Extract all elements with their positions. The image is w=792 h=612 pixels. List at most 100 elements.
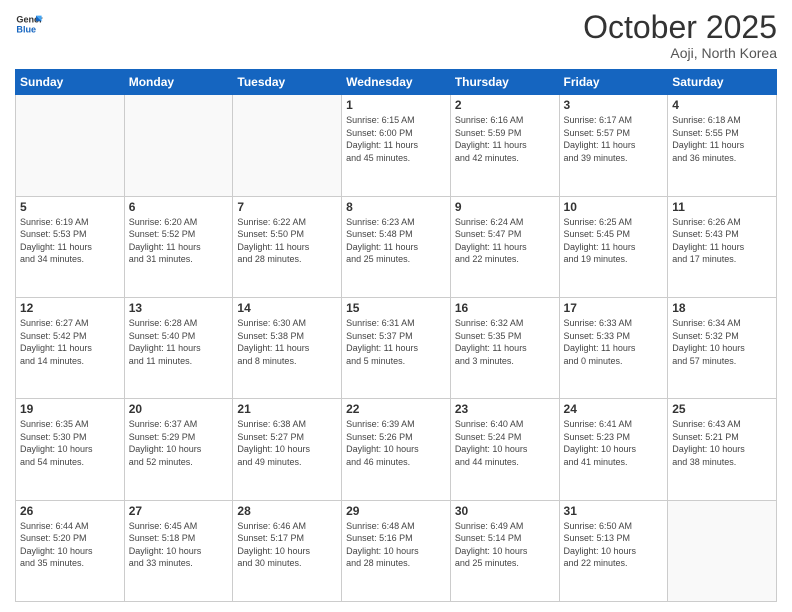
calendar-day-header: Saturday [668,70,777,95]
calendar-cell: 5 Sunrise: 6:19 AM Sunset: 5:53 PM Daylig… [16,196,125,297]
logo: General Blue [15,10,43,38]
day-info: Sunrise: 6:41 AM Sunset: 5:23 PM Dayligh… [564,418,664,468]
page: General Blue October 2025 Aoji, North Ko… [0,0,792,612]
calendar-cell: 17Sunrise: 6:33 AM Sunset: 5:33 PM Dayli… [559,297,668,398]
day-number: 26 [20,504,120,518]
day-number: 4 [672,98,772,112]
header: General Blue October 2025 Aoji, North Ko… [15,10,777,61]
day-info: Sunrise: 6:50 AM Sunset: 5:13 PM Dayligh… [564,520,664,570]
calendar-week-row: 19Sunrise: 6:35 AM Sunset: 5:30 PM Dayli… [16,399,777,500]
calendar-cell: 6Sunrise: 6:20 AM Sunset: 5:52 PM Daylig… [124,196,233,297]
calendar-cell: 23Sunrise: 6:40 AM Sunset: 5:24 PM Dayli… [450,399,559,500]
day-info: Sunrise: 6:25 AM Sunset: 5:45 PM Dayligh… [564,216,664,266]
day-number: 30 [455,504,555,518]
day-number: 10 [564,200,664,214]
calendar-cell: 14 Sunrise: 6:30 AM Sunset: 5:38 PM Dayli… [233,297,342,398]
day-number: 8 [346,200,446,214]
calendar-cell: 12 Sunrise: 6:27 AM Sunset: 5:42 PM Dayli… [16,297,125,398]
logo-icon: General Blue [15,10,43,38]
day-number: 28 [237,504,337,518]
day-info: Sunrise: 6:31 AM Sunset: 5:37 PM Dayligh… [346,317,446,367]
day-info: Sunrise: 6:22 AM Sunset: 5:50 PM Dayligh… [237,216,337,266]
day-number: 24 [564,402,664,416]
day-number: 6 [129,200,229,214]
title-block: October 2025 Aoji, North Korea [583,10,777,61]
day-info: Sunrise: 6:33 AM Sunset: 5:33 PM Dayligh… [564,317,664,367]
calendar-cell: 27 Sunrise: 6:45 AM Sunset: 5:18 PM Dayli… [124,500,233,601]
calendar-cell: 22Sunrise: 6:39 AM Sunset: 5:26 PM Dayli… [342,399,451,500]
day-number: 20 [129,402,229,416]
day-info: Sunrise: 6:27 AM Sunset: 5:42 PM Dayligh… [20,317,120,367]
day-info: Sunrise: 6:38 AM Sunset: 5:27 PM Dayligh… [237,418,337,468]
day-number: 14 [237,301,337,315]
calendar-cell: 10 Sunrise: 6:25 AM Sunset: 5:45 PM Dayli… [559,196,668,297]
day-number: 29 [346,504,446,518]
calendar-week-row: 12 Sunrise: 6:27 AM Sunset: 5:42 PM Dayli… [16,297,777,398]
calendar-cell: 4 Sunrise: 6:18 AM Sunset: 5:55 PM Daylig… [668,95,777,196]
day-number: 1 [346,98,446,112]
day-info: Sunrise: 6:15 AM Sunset: 6:00 PM Dayligh… [346,114,446,164]
calendar-day-header: Friday [559,70,668,95]
day-number: 7 [237,200,337,214]
day-info: Sunrise: 6:44 AM Sunset: 5:20 PM Dayligh… [20,520,120,570]
calendar-cell: 11 Sunrise: 6:26 AM Sunset: 5:43 PM Dayli… [668,196,777,297]
calendar-week-row: 1 Sunrise: 6:15 AM Sunset: 6:00 PM Daylig… [16,95,777,196]
day-number: 12 [20,301,120,315]
calendar-cell: 7 Sunrise: 6:22 AM Sunset: 5:50 PM Daylig… [233,196,342,297]
day-number: 11 [672,200,772,214]
day-info: Sunrise: 6:32 AM Sunset: 5:35 PM Dayligh… [455,317,555,367]
day-number: 19 [20,402,120,416]
day-info: Sunrise: 6:24 AM Sunset: 5:47 PM Dayligh… [455,216,555,266]
day-info: Sunrise: 6:34 AM Sunset: 5:32 PM Dayligh… [672,317,772,367]
day-number: 27 [129,504,229,518]
day-info: Sunrise: 6:28 AM Sunset: 5:40 PM Dayligh… [129,317,229,367]
day-number: 3 [564,98,664,112]
calendar-cell [668,500,777,601]
svg-text:Blue: Blue [16,24,36,34]
calendar-cell: 29 Sunrise: 6:48 AM Sunset: 5:16 PM Dayli… [342,500,451,601]
calendar-cell [16,95,125,196]
calendar-cell: 24 Sunrise: 6:41 AM Sunset: 5:23 PM Dayli… [559,399,668,500]
day-number: 15 [346,301,446,315]
calendar-cell: 2Sunrise: 6:16 AM Sunset: 5:59 PM Daylig… [450,95,559,196]
calendar-header-row: SundayMondayTuesdayWednesdayThursdayFrid… [16,70,777,95]
calendar-cell: 15 Sunrise: 6:31 AM Sunset: 5:37 PM Dayli… [342,297,451,398]
calendar-cell: 9 Sunrise: 6:24 AM Sunset: 5:47 PM Daylig… [450,196,559,297]
calendar-cell: 31Sunrise: 6:50 AM Sunset: 5:13 PM Dayli… [559,500,668,601]
day-info: Sunrise: 6:26 AM Sunset: 5:43 PM Dayligh… [672,216,772,266]
day-number: 23 [455,402,555,416]
calendar-week-row: 5 Sunrise: 6:19 AM Sunset: 5:53 PM Daylig… [16,196,777,297]
month-title: October 2025 [583,10,777,45]
calendar-day-header: Thursday [450,70,559,95]
calendar-cell: 20Sunrise: 6:37 AM Sunset: 5:29 PM Dayli… [124,399,233,500]
calendar-cell: 1 Sunrise: 6:15 AM Sunset: 6:00 PM Daylig… [342,95,451,196]
day-info: Sunrise: 6:30 AM Sunset: 5:38 PM Dayligh… [237,317,337,367]
day-info: Sunrise: 6:48 AM Sunset: 5:16 PM Dayligh… [346,520,446,570]
calendar-table: SundayMondayTuesdayWednesdayThursdayFrid… [15,69,777,602]
day-info: Sunrise: 6:17 AM Sunset: 5:57 PM Dayligh… [564,114,664,164]
calendar-cell: 3 Sunrise: 6:17 AM Sunset: 5:57 PM Daylig… [559,95,668,196]
calendar-day-header: Monday [124,70,233,95]
day-number: 13 [129,301,229,315]
day-number: 25 [672,402,772,416]
day-number: 5 [20,200,120,214]
calendar-cell: 21 Sunrise: 6:38 AM Sunset: 5:27 PM Dayli… [233,399,342,500]
day-number: 2 [455,98,555,112]
calendar-cell: 18 Sunrise: 6:34 AM Sunset: 5:32 PM Dayli… [668,297,777,398]
calendar-cell: 25Sunrise: 6:43 AM Sunset: 5:21 PM Dayli… [668,399,777,500]
calendar-day-header: Tuesday [233,70,342,95]
calendar-cell: 13 Sunrise: 6:28 AM Sunset: 5:40 PM Dayli… [124,297,233,398]
day-info: Sunrise: 6:46 AM Sunset: 5:17 PM Dayligh… [237,520,337,570]
day-number: 18 [672,301,772,315]
day-info: Sunrise: 6:45 AM Sunset: 5:18 PM Dayligh… [129,520,229,570]
calendar-cell [233,95,342,196]
day-number: 21 [237,402,337,416]
calendar-cell: 28 Sunrise: 6:46 AM Sunset: 5:17 PM Dayli… [233,500,342,601]
day-info: Sunrise: 6:19 AM Sunset: 5:53 PM Dayligh… [20,216,120,266]
day-number: 9 [455,200,555,214]
day-info: Sunrise: 6:18 AM Sunset: 5:55 PM Dayligh… [672,114,772,164]
calendar-day-header: Sunday [16,70,125,95]
day-info: Sunrise: 6:23 AM Sunset: 5:48 PM Dayligh… [346,216,446,266]
calendar-week-row: 26 Sunrise: 6:44 AM Sunset: 5:20 PM Dayli… [16,500,777,601]
day-number: 22 [346,402,446,416]
